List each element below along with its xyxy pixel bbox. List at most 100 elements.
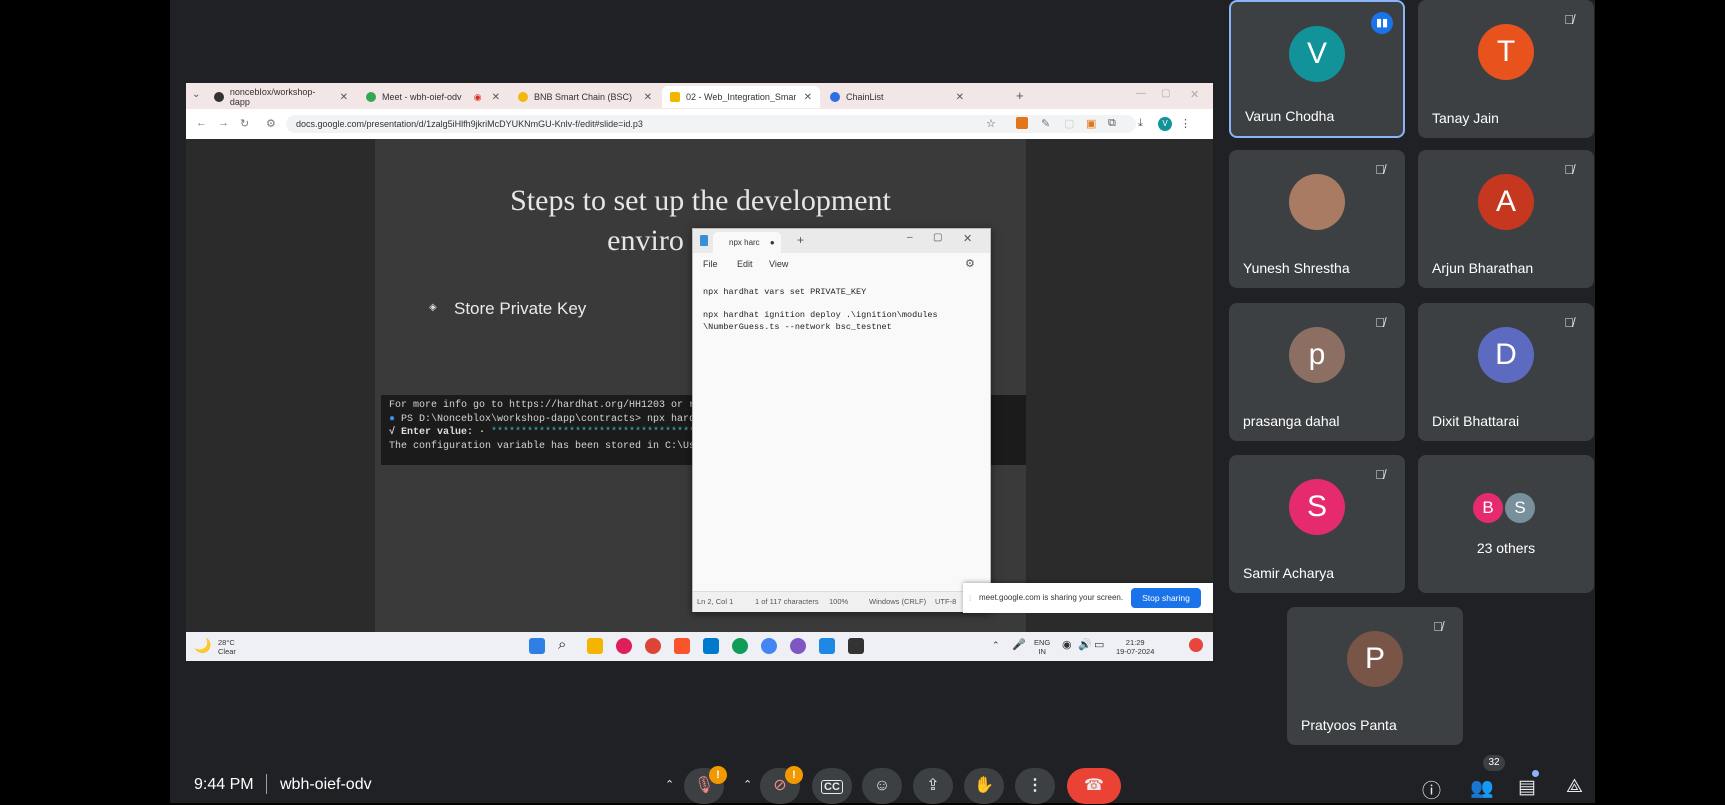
menu-view[interactable]: View [769, 259, 788, 269]
chrome-icon[interactable] [761, 638, 777, 654]
file-explorer-icon[interactable] [587, 638, 603, 654]
bookmark-star-icon[interactable]: ☆ [986, 117, 996, 130]
stop-sharing-button[interactable]: Stop sharing [1131, 588, 1201, 608]
notepad-taskbar-icon[interactable] [819, 638, 835, 654]
leave-call-button[interactable]: ☎ [1067, 768, 1121, 804]
meeting-info-icon[interactable]: ⓘ [1422, 776, 1441, 803]
maximize-icon[interactable]: ▢ [933, 232, 942, 243]
close-icon[interactable]: ✕ [963, 232, 972, 245]
participant-tile-pratyoos[interactable]: P 🎙̸ Pratyoos Panta [1287, 607, 1463, 745]
participant-tile-others[interactable]: B S 23 others [1418, 455, 1594, 593]
windows-start-icon[interactable] [529, 638, 545, 654]
weather-widget[interactable]: 28°C Clear [218, 638, 236, 656]
drag-handle-icon[interactable]: ⦙ [969, 593, 971, 604]
new-tab-icon[interactable]: + [1016, 88, 1024, 103]
mic-off-icon: 🎙̸ [1564, 162, 1574, 177]
close-icon[interactable]: ✕ [492, 92, 500, 103]
search-icon[interactable]: ⌕ [558, 636, 566, 653]
new-tab-icon[interactable]: + [797, 233, 804, 247]
browser-tab-bnb[interactable]: BNB Smart Chain (BSC) Testnet ✕ [510, 86, 660, 108]
emoji-icon: ☺ [873, 777, 891, 794]
captions-button[interactable]: CC [812, 768, 852, 804]
volume-icon[interactable]: 🔊 [1078, 638, 1092, 651]
tab-label: BNB Smart Chain (BSC) Testnet [534, 92, 634, 102]
mic-off-icon: 🎙̸ [1375, 315, 1385, 330]
reload-icon[interactable]: ↻ [240, 117, 249, 130]
raise-hand-button[interactable]: ✋ [964, 768, 1004, 804]
minimize-icon[interactable]: – [907, 232, 913, 243]
close-icon[interactable]: ✕ [340, 92, 348, 103]
profile-avatar[interactable]: V [1158, 117, 1172, 131]
audio-options-chevron-icon[interactable]: ⌃ [665, 778, 674, 791]
chevron-up-icon[interactable]: ⌃ [992, 640, 1000, 651]
tab-label: Meet - wbh-oief-odv [382, 92, 462, 102]
metamask-icon[interactable] [1016, 117, 1028, 129]
close-icon[interactable]: ✕ [804, 92, 812, 103]
vscode-icon[interactable] [703, 638, 719, 654]
language-indicator[interactable]: ENG IN [1034, 638, 1050, 656]
participant-tile-prasanga[interactable]: p 🎙̸ prasanga dahal [1229, 303, 1405, 441]
battery-icon[interactable]: ▭ [1094, 638, 1104, 651]
mic-warning-badge: ! [709, 766, 727, 784]
browser-tab-slides[interactable]: 02 - Web_Integration_Smart_Co ✕ [662, 86, 820, 108]
notepad-window: npx harc ● + – ▢ ✕ File Edit View ⚙ npx … [692, 228, 991, 612]
chrome-profile-icon[interactable] [732, 638, 748, 654]
close-window-icon[interactable]: ✕ [1190, 88, 1199, 101]
menu-kebab-icon[interactable]: ⋮ [1180, 117, 1191, 130]
download-icon[interactable]: ⤓ [1138, 117, 1143, 130]
shared-screen: ⌄ noncebIox/workshop-dapp ✕ Meet - wbh-o… [186, 83, 1213, 661]
forward-icon[interactable]: → [218, 117, 229, 129]
browser-tab-chainlist[interactable]: ChainList ✕ [822, 86, 972, 108]
activities-icon[interactable]: ⟁ [1566, 776, 1583, 798]
avatar: D [1478, 327, 1534, 383]
tab-search-icon[interactable]: ⌄ [192, 89, 200, 100]
participant-tile-tanay[interactable]: T 🎙̸ Tanay Jain [1418, 0, 1594, 138]
brave-icon[interactable] [674, 638, 690, 654]
wifi-icon[interactable]: ◉ [1062, 638, 1072, 651]
notepad-icon [700, 235, 708, 246]
slack-icon[interactable] [616, 638, 632, 654]
participant-name: Arjun Bharathan [1432, 260, 1534, 276]
participant-tile-dixit[interactable]: D 🎙̸ Dixit Bhattarai [1418, 303, 1594, 441]
site-info-icon[interactable]: ⚙ [266, 117, 276, 130]
minimize-icon[interactable]: — [1136, 88, 1146, 99]
participant-tile-yunesh[interactable]: 🎙̸ Yunesh Shrestha [1229, 150, 1405, 288]
close-icon[interactable]: ✕ [956, 92, 964, 103]
notepad-text-area[interactable]: npx hardhat vars set PRIVATE_KEY npx har… [703, 287, 983, 333]
lang-primary: ENG [1034, 638, 1051, 647]
back-icon[interactable]: ← [196, 117, 207, 129]
menu-edit[interactable]: Edit [737, 259, 753, 269]
settings-gear-icon[interactable]: ⚙ [965, 257, 975, 270]
more-options-button[interactable]: ⋮ [1015, 768, 1055, 804]
clock[interactable]: 21:29 19-07-2024 [1116, 638, 1154, 656]
present-button[interactable]: ⇪ [913, 768, 953, 804]
notepad-tab[interactable]: npx harc ● [713, 232, 781, 253]
browser-tab-github[interactable]: noncebIox/workshop-dapp ✕ [206, 86, 356, 108]
terminal-line-text: The configuration variable has been stor… [389, 440, 708, 452]
extensions-puzzle-icon[interactable]: ⧉ [1108, 117, 1116, 130]
menu-file[interactable]: File [703, 259, 718, 269]
people-icon[interactable]: 👥 [1470, 776, 1494, 800]
reactions-button[interactable]: ☺ [862, 768, 902, 804]
participant-tile-varun[interactable]: V ▮▮ Varun Chodha [1229, 0, 1405, 138]
browser-tab-meet[interactable]: Meet - wbh-oief-odv ◉ ✕ [358, 86, 508, 108]
mic-icon[interactable]: 🎤 [1012, 638, 1026, 651]
video-options-chevron-icon[interactable]: ⌃ [743, 778, 752, 791]
notepad-titlebar: npx harc ● + – ▢ ✕ [693, 229, 990, 253]
maximize-icon[interactable]: ▢ [1161, 88, 1170, 99]
close-icon[interactable]: ✕ [644, 92, 652, 103]
participant-tile-samir[interactable]: S 🎙̸ Samir Acharya [1229, 455, 1405, 593]
notification-icon[interactable] [1189, 638, 1203, 652]
participant-tile-arjun[interactable]: A 🎙̸ Arjun Bharathan [1418, 150, 1594, 288]
chat-icon[interactable]: ▤ [1518, 776, 1536, 799]
browser-tab-bar: ⌄ noncebIox/workshop-dapp ✕ Meet - wbh-o… [186, 83, 1213, 109]
chrome-icon[interactable] [645, 638, 661, 654]
extension-icon[interactable]: ✎ [1041, 117, 1050, 130]
app-icon[interactable] [790, 638, 806, 654]
unsaved-dot-icon[interactable]: ● [770, 238, 775, 247]
avatar-small: S [1505, 493, 1535, 523]
extension-icon[interactable]: ▢ [1064, 117, 1074, 130]
extension-icon[interactable]: ▣ [1086, 117, 1096, 130]
terminal-icon[interactable] [848, 638, 864, 654]
url-field[interactable]: docs.google.com/presentation/d/1zalg5iHl… [286, 115, 1136, 133]
